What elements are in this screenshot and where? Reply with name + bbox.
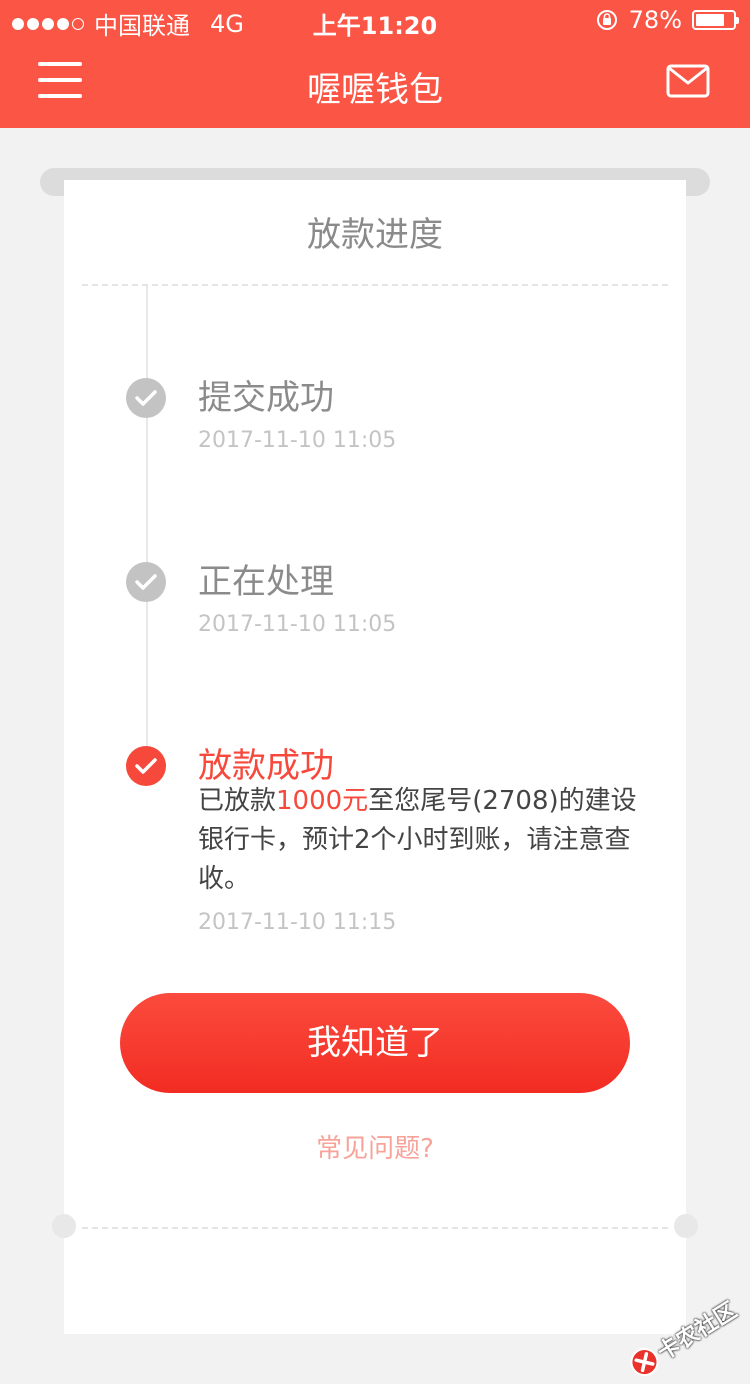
step-time: 2017-11-10 11:15 bbox=[198, 910, 396, 935]
status-bar: 中国联通 4G 上午11:20 78% bbox=[0, 0, 750, 40]
step-time: 2017-11-10 11:05 bbox=[198, 612, 396, 637]
title-divider bbox=[82, 284, 668, 286]
step-time: 2017-11-10 11:05 bbox=[198, 428, 396, 453]
step-description: 已放款1000元至您尾号(2708)的建设银行卡，预计2个小时到账，请注意查收。 bbox=[198, 782, 648, 899]
check-icon bbox=[126, 378, 166, 418]
page-title: 喔喔钱包 bbox=[0, 62, 750, 111]
status-right: 78% bbox=[595, 6, 736, 34]
nav-bar: 喔喔钱包 bbox=[0, 40, 750, 128]
card-notch-right bbox=[674, 1214, 698, 1238]
card-title: 放款进度 bbox=[64, 180, 686, 284]
step-label: 放款成功 bbox=[198, 738, 334, 787]
timeline-line bbox=[146, 286, 148, 746]
loan-amount: 1000元 bbox=[276, 786, 368, 816]
mail-icon[interactable] bbox=[666, 64, 710, 98]
bottom-divider bbox=[82, 1227, 668, 1229]
check-icon bbox=[126, 562, 166, 602]
confirm-button[interactable]: 我知道了 bbox=[120, 993, 630, 1093]
card-notch-left bbox=[52, 1214, 76, 1238]
battery-percent: 78% bbox=[629, 6, 682, 34]
app-header: 中国联通 4G 上午11:20 78% 喔喔钱包 bbox=[0, 0, 750, 128]
progress-card: 放款进度 提交成功 2017-11-10 11:05 正在处理 2017-11-… bbox=[64, 180, 686, 1334]
step-label: 正在处理 bbox=[198, 554, 334, 603]
desc-prefix: 已放款 bbox=[198, 786, 276, 816]
step-label: 提交成功 bbox=[198, 370, 334, 419]
battery-fill bbox=[696, 14, 724, 26]
orientation-lock-icon bbox=[595, 8, 619, 32]
check-icon bbox=[126, 746, 166, 786]
faq-link[interactable]: 常见问题? bbox=[64, 1128, 686, 1165]
battery-icon bbox=[692, 10, 736, 30]
